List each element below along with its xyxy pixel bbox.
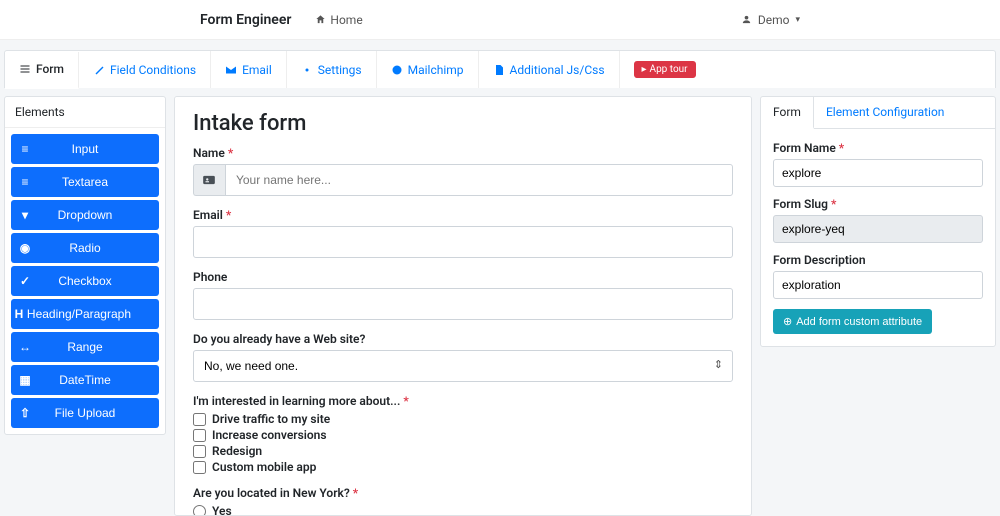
elements-sidebar: Elements ≡Input ≡Textarea ▾Dropdown ◉Rad… [4, 96, 166, 435]
email-input[interactable] [193, 226, 733, 258]
website-label: Do you already have a Web site? [193, 332, 733, 346]
interest-option-3[interactable]: Custom mobile app [193, 460, 733, 474]
rp-field-name: Form Name * [773, 141, 983, 187]
field-email: Email * [193, 208, 733, 258]
rp-name-label: Form Name * [773, 141, 983, 155]
heading-icon: H [11, 307, 27, 321]
form-slug-input [773, 215, 983, 243]
home-link[interactable]: Home [315, 13, 362, 27]
play-icon: ▸ [642, 64, 647, 75]
app-tour-button[interactable]: ▸ App tour [634, 61, 696, 78]
field-interest: I'm interested in learning more about...… [193, 394, 733, 474]
range-icon: ↔ [11, 340, 39, 354]
rp-tab-form[interactable]: Form [761, 97, 814, 129]
wand-icon [93, 64, 105, 76]
email-label: Email * [193, 208, 733, 222]
checkbox-2[interactable] [193, 445, 206, 458]
chevron-down-icon: ▾ [795, 15, 800, 25]
field-phone: Phone [193, 270, 733, 320]
topbar: Form Engineer Home Demo ▾ [0, 0, 1000, 40]
textarea-icon: ≡ [11, 175, 39, 189]
element-datetime[interactable]: ▦DateTime [11, 365, 159, 395]
rp-slug-label: Form Slug * [773, 197, 983, 211]
checkbox-0[interactable] [193, 413, 206, 426]
interest-option-0[interactable]: Drive traffic to my site [193, 412, 733, 426]
form-name-input[interactable] [773, 159, 983, 187]
tab-settings[interactable]: Settings [287, 51, 377, 88]
gears-icon [301, 64, 313, 76]
interest-option-1[interactable]: Increase conversions [193, 428, 733, 442]
checkbox-3[interactable] [193, 461, 206, 474]
website-select[interactable]: No, we need one. [193, 350, 733, 382]
form-canvas: Intake form Name * Email * Phone [174, 96, 752, 516]
envelope-icon [225, 64, 237, 76]
add-custom-attribute-button[interactable]: ⊕ Add form custom attribute [773, 309, 932, 334]
checkbox-1[interactable] [193, 429, 206, 442]
tab-jscss[interactable]: Additional Js/Css [479, 51, 620, 88]
user-menu[interactable]: Demo ▾ [741, 13, 800, 27]
name-input[interactable] [225, 164, 733, 196]
tab-field-conditions[interactable]: Field Conditions [79, 51, 211, 88]
tabbar: Form Field Conditions Email Settings Mai… [4, 50, 996, 88]
field-website: Do you already have a Web site? No, we n… [193, 332, 733, 382]
element-heading[interactable]: HHeading/Paragraph [11, 299, 159, 329]
tab-mailchimp[interactable]: Mailchimp [377, 51, 479, 88]
rightpanel-tabs: Form Element Configuration [761, 97, 995, 129]
interest-option-2[interactable]: Redesign [193, 444, 733, 458]
radio-yes[interactable] [193, 505, 206, 516]
calendar-icon: ▦ [11, 373, 39, 387]
elements-list: ≡Input ≡Textarea ▾Dropdown ◉Radio ✓Check… [5, 128, 165, 434]
sidebar-header: Elements [5, 97, 165, 128]
ny-option-yes[interactable]: Yes [193, 504, 733, 516]
rp-field-slug: Form Slug * [773, 197, 983, 243]
right-panel: Form Element Configuration Form Name * F… [760, 96, 996, 347]
radio-icon: ◉ [11, 241, 39, 255]
dropdown-icon: ▾ [11, 208, 39, 222]
field-name: Name * [193, 146, 733, 196]
user-icon [741, 14, 752, 25]
field-ny: Are you located in New York? * Yes No [193, 486, 733, 516]
rp-desc-label: Form Description [773, 253, 983, 267]
form-desc-input[interactable] [773, 271, 983, 299]
form-title: Intake form [193, 111, 733, 136]
id-card-icon [202, 173, 216, 187]
plus-circle-icon: ⊕ [783, 315, 792, 328]
tab-form[interactable]: Form [5, 52, 79, 89]
checkbox-icon: ✓ [11, 274, 39, 288]
home-icon [315, 14, 326, 25]
tab-email[interactable]: Email [211, 51, 287, 88]
list-icon [19, 63, 31, 75]
element-checkbox[interactable]: ✓Checkbox [11, 266, 159, 296]
interest-label: I'm interested in learning more about...… [193, 394, 733, 408]
ny-label: Are you located in New York? * [193, 486, 733, 500]
rp-field-desc: Form Description [773, 253, 983, 299]
rp-tab-config[interactable]: Element Configuration [814, 97, 956, 128]
element-radio[interactable]: ◉Radio [11, 233, 159, 263]
mailchimp-icon [391, 64, 403, 76]
element-fileupload[interactable]: ⇧File Upload [11, 398, 159, 428]
phone-input[interactable] [193, 288, 733, 320]
name-label: Name * [193, 146, 733, 160]
brand: Form Engineer [200, 12, 291, 28]
element-dropdown[interactable]: ▾Dropdown [11, 200, 159, 230]
element-textarea[interactable]: ≡Textarea [11, 167, 159, 197]
upload-icon: ⇧ [11, 406, 39, 420]
element-input[interactable]: ≡Input [11, 134, 159, 164]
phone-label: Phone [193, 270, 733, 284]
file-icon [493, 64, 505, 76]
name-addon [193, 164, 225, 196]
element-range[interactable]: ↔Range [11, 332, 159, 362]
input-icon: ≡ [11, 142, 39, 156]
